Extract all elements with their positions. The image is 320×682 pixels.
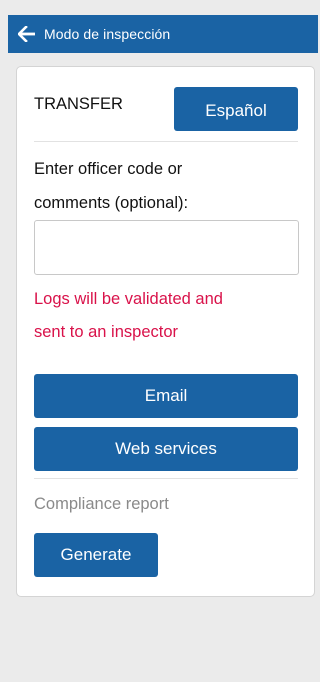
validation-warning-line-2: sent to an inspector — [34, 323, 179, 341]
divider — [34, 141, 298, 142]
transfer-card: TRANSFER Español Enter officer code or c… — [16, 66, 315, 597]
header-bar: Modo de inspección — [8, 15, 318, 53]
transfer-label: TRANSFER — [34, 95, 123, 113]
divider — [34, 478, 298, 479]
officer-comment-input[interactable] — [34, 220, 299, 275]
email-button[interactable]: Email — [34, 374, 298, 418]
generate-button[interactable]: Generate — [34, 533, 158, 577]
web-services-button[interactable]: Web services — [34, 427, 298, 471]
language-button[interactable]: Español — [174, 87, 298, 131]
comment-prompt-line-2: comments (optional): — [34, 194, 189, 212]
compliance-report-title: Compliance report — [34, 495, 169, 513]
arrow-left-icon[interactable] — [18, 26, 36, 42]
comment-prompt-line-1: Enter officer code or — [34, 160, 183, 178]
validation-warning-line-1: Logs will be validated and — [34, 290, 223, 308]
header-title: Modo de inspección — [44, 26, 171, 42]
